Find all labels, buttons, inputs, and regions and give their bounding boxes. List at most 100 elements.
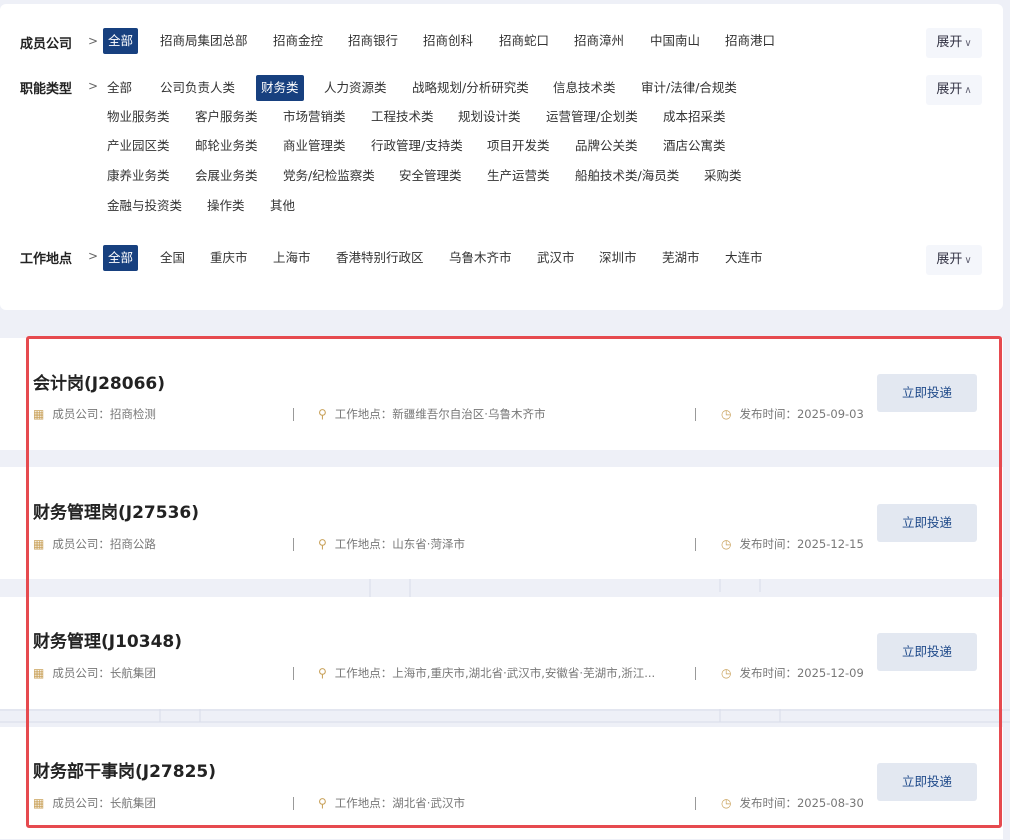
job-title[interactable]: 财务部干事岗(J27825) [33, 757, 216, 782]
location-option[interactable]: 武汉市 [532, 245, 580, 271]
divider [695, 408, 696, 421]
function-option[interactable]: 船舶技术类/海员类 [570, 163, 684, 189]
filter-label-company: 成员公司 [20, 37, 73, 52]
grid-icon: ▦ [33, 537, 45, 551]
filter-label-location: 工作地点 [20, 252, 73, 267]
job-location: ⚲ 工作地点：山东省·菏泽市 [318, 537, 465, 551]
function-option[interactable]: 产业园区类 [102, 133, 175, 159]
job-card[interactable]: 财务管理岗(J27536) ▦ 成员公司：招商公路 ⚲ 工作地点：山东省·菏泽市 ◷… [0, 467, 1003, 579]
apply-button[interactable]: 立即投递 [877, 633, 977, 671]
function-option[interactable]: 成本招采类 [658, 104, 731, 130]
grid-icon: ▦ [33, 796, 45, 810]
job-card[interactable]: 财务部干事岗(J27825) ▦ 成员公司：长航集团 ⚲ 工作地点：湖北省·武汉市 … [0, 727, 1003, 839]
apply-button[interactable]: 立即投递 [877, 374, 977, 412]
filter-row-location: 工作地点 > 全部 全国 重庆市 上海市 香港特别行政区 乌鲁木齐市 武汉市 深… [0, 243, 1003, 275]
function-option[interactable]: 战略规划/分析研究类 [407, 75, 534, 101]
job-company: ▦ 成员公司：长航集团 [33, 796, 156, 810]
location-option[interactable]: 芜湖市 [657, 245, 705, 271]
divider [293, 797, 294, 810]
function-option-finance[interactable]: 财务类 [256, 75, 304, 101]
job-title[interactable]: 会计岗(J28066) [33, 369, 165, 394]
company-option[interactable]: 招商港口 [720, 28, 780, 54]
function-option[interactable]: 全部 [102, 75, 137, 101]
grid-icon: ▦ [33, 407, 45, 421]
function-option[interactable]: 邮轮业务类 [190, 133, 263, 159]
function-option[interactable]: 操作类 [202, 193, 250, 219]
job-location: ⚲ 工作地点：湖北省·武汉市 [318, 796, 465, 810]
job-card[interactable]: 财务管理(J10348) ▦ 成员公司：长航集团 ⚲ 工作地点：上海市,重庆市,湖北… [0, 597, 1003, 709]
function-option[interactable]: 生产运营类 [482, 163, 555, 189]
function-option[interactable]: 行政管理/支持类 [366, 133, 468, 159]
company-option[interactable]: 招商漳州 [569, 28, 629, 54]
job-title[interactable]: 财务管理岗(J27536) [33, 498, 199, 523]
job-company: ▦ 成员公司：招商公路 [33, 537, 156, 551]
chevron-right-icon: > [88, 79, 99, 93]
function-option[interactable]: 党务/纪检监察类 [278, 163, 380, 189]
location-option[interactable]: 香港特别行政区 [331, 245, 429, 271]
function-option[interactable]: 项目开发类 [482, 133, 555, 159]
chevron-right-icon: > [88, 34, 99, 48]
apply-button[interactable]: 立即投递 [877, 504, 977, 542]
function-option[interactable]: 品牌公关类 [570, 133, 643, 159]
location-pin-icon: ⚲ [318, 666, 327, 680]
company-option[interactable]: 招商创科 [418, 28, 478, 54]
chevron-up-icon: ∧ [964, 85, 972, 96]
company-option[interactable]: 中国南山 [645, 28, 705, 54]
grid-icon: ▦ [33, 666, 45, 680]
clock-icon: ◷ [721, 537, 732, 551]
function-option[interactable]: 安全管理类 [394, 163, 467, 189]
location-option[interactable]: 重庆市 [205, 245, 253, 271]
divider [293, 538, 294, 551]
function-option[interactable]: 金融与投资类 [102, 193, 187, 219]
location-option[interactable]: 深圳市 [594, 245, 642, 271]
filter-label-function: 职能类型 [20, 82, 73, 97]
location-option[interactable]: 全国 [155, 245, 190, 271]
filter-panel: 成员公司 > 全部 招商局集团总部 招商金控 招商银行 招商创科 招商蛇口 招商… [0, 4, 1003, 310]
function-option[interactable]: 公司负责人类 [155, 75, 240, 101]
job-title[interactable]: 财务管理(J10348) [33, 627, 182, 652]
company-option-all[interactable]: 全部 [103, 28, 139, 54]
function-option[interactable]: 信息技术类 [548, 75, 621, 101]
function-option[interactable]: 工程技术类 [366, 104, 439, 130]
function-option[interactable]: 采购类 [699, 163, 747, 189]
function-option[interactable]: 康养业务类 [102, 163, 175, 189]
job-date: ◷ 发布时间：2025-09-03 [721, 407, 864, 421]
function-option[interactable]: 市场营销类 [278, 104, 351, 130]
function-option[interactable]: 会展业务类 [190, 163, 263, 189]
apply-button[interactable]: 立即投递 [877, 763, 977, 801]
divider [293, 667, 294, 680]
job-company: ▦ 成员公司：长航集团 [33, 666, 156, 680]
location-expand-button[interactable]: 展开 ∨ [926, 245, 982, 275]
location-option[interactable]: 乌鲁木齐市 [444, 245, 517, 271]
company-expand-button[interactable]: 展开 ∨ [926, 28, 982, 58]
job-date: ◷ 发布时间：2025-08-30 [721, 796, 864, 810]
filter-row-function: 职能类型 > 展开 ∧ 全部 公司负责人类 财务类 人力资源类 战略规划/分析研究… [0, 75, 1003, 225]
job-location: ⚲ 工作地点：新疆维吾尔自治区·乌鲁木齐市 [318, 407, 546, 421]
location-option[interactable]: 大连市 [720, 245, 768, 271]
function-option[interactable]: 运营管理/企划类 [541, 104, 643, 130]
location-pin-icon: ⚲ [318, 796, 327, 810]
company-option[interactable]: 招商金控 [268, 28, 328, 54]
location-option-all[interactable]: 全部 [103, 245, 139, 271]
chevron-down-icon: ∨ [964, 38, 972, 49]
function-option[interactable]: 人力资源类 [319, 75, 392, 101]
company-option[interactable]: 招商蛇口 [494, 28, 554, 54]
location-pin-icon: ⚲ [318, 537, 327, 551]
company-option[interactable]: 招商局集团总部 [155, 28, 253, 54]
function-option[interactable]: 其他 [265, 193, 300, 219]
function-option[interactable]: 客户服务类 [190, 104, 263, 130]
company-option[interactable]: 招商银行 [343, 28, 403, 54]
location-option[interactable]: 上海市 [268, 245, 316, 271]
function-option[interactable]: 规划设计类 [453, 104, 526, 130]
function-option[interactable]: 酒店公寓类 [658, 133, 731, 159]
function-option[interactable]: 商业管理类 [278, 133, 351, 159]
clock-icon: ◷ [721, 407, 732, 421]
function-option[interactable]: 物业服务类 [102, 104, 175, 130]
function-option[interactable]: 审计/法律/合规类 [636, 75, 742, 101]
divider [695, 797, 696, 810]
function-collapse-button[interactable]: 展开 ∧ [926, 75, 982, 105]
divider [695, 538, 696, 551]
job-date: ◷ 发布时间：2025-12-15 [721, 537, 864, 551]
job-date: ◷ 发布时间：2025-12-09 [721, 666, 864, 680]
job-card[interactable]: 会计岗(J28066) ▦ 成员公司：招商检测 ⚲ 工作地点：新疆维吾尔自治区·乌鲁… [0, 338, 1003, 450]
